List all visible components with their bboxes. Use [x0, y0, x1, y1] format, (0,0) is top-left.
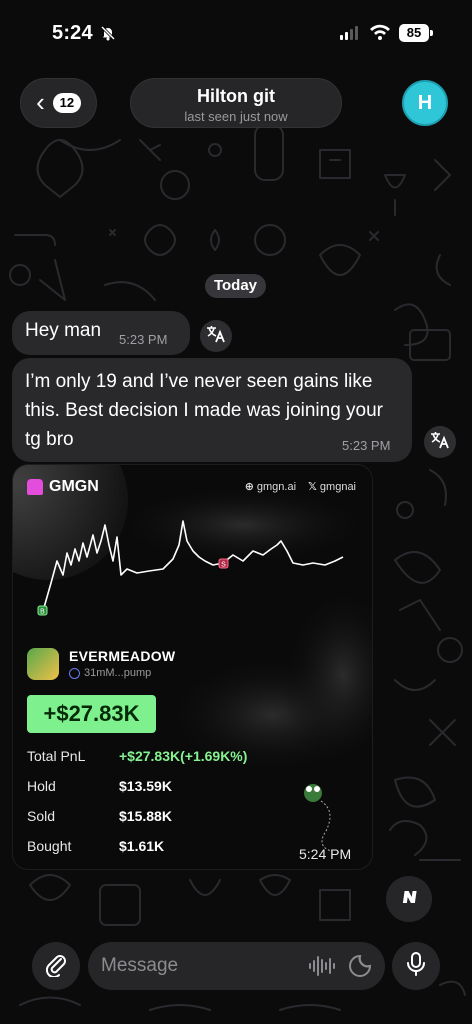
message-input[interactable] [88, 942, 385, 990]
pnl-badge: +$27.83K [27, 695, 156, 733]
date-separator: Today [205, 274, 266, 298]
battery-indicator: 85 [399, 24, 429, 42]
solana-icon [69, 667, 80, 679]
status-time: 5:24 [52, 22, 93, 44]
avatar[interactable]: H [402, 80, 448, 126]
scroll-down-icon [400, 888, 418, 911]
token-icon [27, 648, 59, 680]
message-time: 5:24 PM [299, 846, 352, 862]
stat-value: $13.59K [119, 778, 172, 794]
bell-off-icon [100, 25, 116, 45]
brand-name: GMGN [49, 478, 99, 495]
translate-icon [430, 431, 450, 453]
attach-button[interactable] [32, 942, 80, 990]
pnl-image-message[interactable]: B S GMGN ⊕ gmgn.ai 𝕏gmgnai EVERMEADOW 31m… [12, 464, 373, 870]
token-address: 31mM...pump [84, 667, 152, 679]
stat-value: +$27.83K(+1.69K%) [119, 748, 248, 764]
chevron-left-icon: ‹ [36, 86, 45, 117]
message-time: 5:23 PM [119, 332, 168, 347]
stat-value: $1.61K [119, 838, 165, 854]
contact-status: last seen just now [184, 109, 288, 124]
stat-label: Sold [27, 808, 56, 824]
frog-mascot-icon [304, 784, 332, 852]
translate-button[interactable] [200, 320, 232, 352]
unread-count-badge: 12 [52, 93, 81, 113]
battery-nub [430, 30, 433, 36]
microphone-button[interactable] [392, 942, 440, 990]
message-time: 5:23 PM [342, 438, 391, 453]
scroll-down-button[interactable] [386, 876, 432, 922]
token-address-row: 31mM...pump [69, 667, 151, 679]
sticker-icon[interactable] [348, 954, 372, 983]
buy-marker-label: B [40, 609, 45, 616]
token-name: EVERMEADOW [69, 648, 176, 664]
translate-button[interactable] [424, 426, 456, 458]
stat-label: Total PnL [27, 748, 86, 764]
x-logo-icon: 𝕏 [308, 481, 317, 493]
back-button[interactable]: ‹ 12 [20, 78, 97, 128]
sell-marker-label: S [221, 562, 226, 569]
cellular-signal-icon [340, 26, 358, 40]
frog-logo-icon [27, 479, 43, 495]
microphone-icon [405, 951, 427, 982]
site-link: gmgn.ai [256, 481, 297, 493]
gmgn-logo: GMGN [27, 478, 99, 496]
contact-name: Hilton git [197, 86, 275, 106]
message-bubble[interactable]: Hey man 5:23 PM [12, 311, 190, 355]
chat-title[interactable]: Hilton git last seen just now [130, 78, 342, 128]
globe-icon: ⊕ [244, 481, 254, 493]
message-bubble[interactable]: I’m only 19 and I’ve never seen gains li… [12, 358, 412, 462]
stat-value: $15.88K [119, 808, 172, 824]
stat-label: Bought [27, 838, 72, 854]
brand-links: ⊕ gmgn.ai 𝕏gmgnai [245, 480, 356, 493]
stat-label: Hold [27, 778, 56, 794]
waveform-icon[interactable] [309, 955, 335, 977]
paperclip-icon [43, 951, 69, 982]
x-handle: gmgnai [319, 481, 356, 493]
wifi-icon [369, 23, 391, 45]
translate-icon [206, 325, 226, 347]
